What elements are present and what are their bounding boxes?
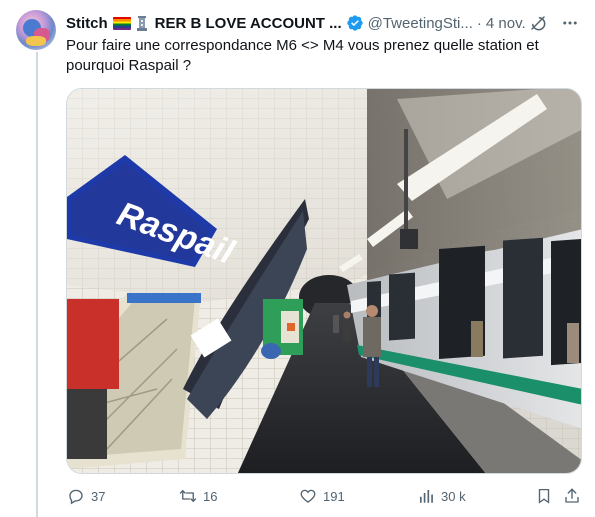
- display-name[interactable]: Stitch: [66, 15, 108, 32]
- reply-count: 37: [91, 488, 106, 504]
- thread-line: [36, 52, 38, 517]
- share-icon: [562, 486, 582, 506]
- analytics-icon: [416, 486, 436, 506]
- views-count: 30 k: [441, 488, 466, 504]
- heart-icon: [298, 486, 318, 506]
- views-button[interactable]: 30 k: [416, 484, 466, 508]
- separator-dot: ·: [476, 14, 482, 32]
- share-button[interactable]: [562, 484, 582, 508]
- like-button[interactable]: 191: [298, 484, 345, 508]
- retweet-icon: [178, 486, 198, 506]
- tweet-header: Stitch RER B LOVE ACCOUNT ... @TweetingS…: [66, 12, 585, 34]
- retweet-count: 16: [203, 488, 218, 504]
- action-bar: 37 16 191 30 k: [66, 484, 582, 508]
- verified-badge-icon: [346, 14, 364, 32]
- more-icon[interactable]: [561, 14, 579, 32]
- reply-button[interactable]: 37: [66, 484, 105, 508]
- tower-icon: [135, 15, 149, 31]
- user-handle[interactable]: @TweetingSti...: [368, 15, 473, 32]
- bookmark-button[interactable]: [534, 484, 554, 508]
- tweet-text: Pour faire une correspondance M6 <> M4 v…: [66, 37, 539, 74]
- retweet-button[interactable]: 16: [178, 484, 217, 508]
- bookmark-icon: [534, 486, 554, 506]
- account-title[interactable]: RER B LOVE ACCOUNT ...: [155, 15, 342, 32]
- avatar[interactable]: [16, 10, 56, 50]
- rainbow-flag-icon: [112, 16, 131, 30]
- reply-icon: [66, 486, 86, 506]
- tweet-photo[interactable]: Raspail: [66, 88, 582, 474]
- grok-icon[interactable]: [529, 14, 547, 32]
- like-count: 191: [323, 488, 345, 504]
- tweet-date[interactable]: 4 nov.: [486, 15, 526, 32]
